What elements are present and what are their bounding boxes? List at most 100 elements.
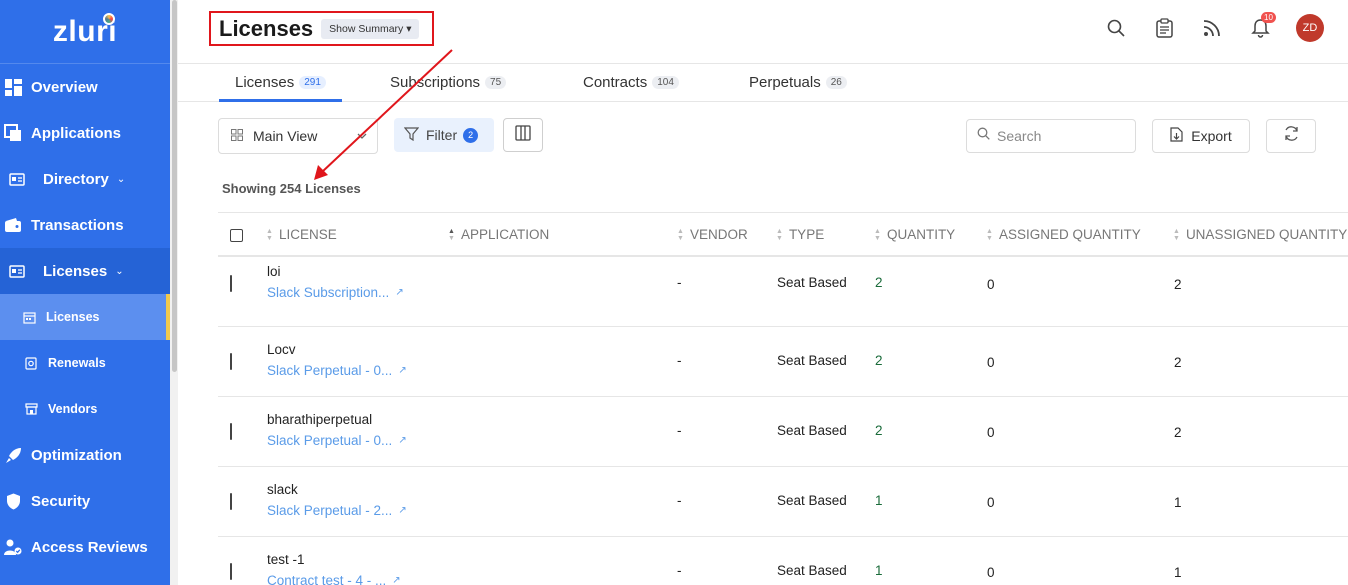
sidebar-item-optimization[interactable]: Optimization [0,432,170,478]
page-title: Licenses [219,15,314,41]
license-name[interactable]: bharathiperpetual [267,412,407,427]
sidebar-item-overview[interactable]: Overview [0,64,170,110]
license-app-text: Contract test - 4 - ... [267,573,387,585]
assigned-quantity-cell: 0 [987,277,995,292]
export-button[interactable]: Export [1152,119,1250,153]
license-cell: test -1 Contract test - 4 - ... ↗ [267,552,401,585]
column-header-label: VENDOR [689,227,748,242]
vendor-cell: - [677,353,682,368]
table-row[interactable]: loi Slack Subscription... ↗ - Seat Based … [218,257,1348,327]
search-input[interactable] [997,128,1117,144]
sidebar-subitem-vendors[interactable]: Vendors [0,386,170,432]
sort-icon: ▲ ▼ [1173,227,1180,242]
license-app-text: Slack Perpetual - 0... [267,363,393,378]
view-selector-label: Main View [253,128,318,144]
tab-subscriptions[interactable]: Subscriptions 75 [390,74,507,91]
feed-icon[interactable] [1200,16,1224,40]
sidebar-item-licenses[interactable]: Licenses ⌄ [0,248,170,294]
notifications-bell-icon[interactable]: 10 [1248,12,1276,40]
export-label: Export [1191,128,1232,144]
column-header-assigned-quantity[interactable]: ▲ ▼ ASSIGNED QUANTITY [986,227,1141,242]
refresh-icon [1283,125,1300,147]
license-app-link[interactable]: Contract test - 4 - ... ↗ [267,573,401,585]
assigned-quantity-cell: 0 [987,565,995,580]
search-icon [977,127,990,145]
license-name[interactable]: Locv [267,342,407,357]
unassigned-quantity-cell: 2 [1174,277,1182,292]
refresh-button[interactable] [1266,119,1316,153]
row-checkbox[interactable] [230,275,232,292]
user-avatar[interactable]: ZD [1296,14,1324,42]
table-row[interactable]: Locv Slack Perpetual - 0... ↗ - Seat Base… [218,327,1348,397]
search-icon[interactable] [1104,16,1128,40]
license-name[interactable]: loi [267,264,404,279]
show-summary-button[interactable]: Show Summary ▾ [321,18,420,39]
sidebar-item-label: Applications [31,124,122,142]
license-app-link[interactable]: Slack Perpetual - 2... ↗ [267,503,407,518]
sidebar-item-access-reviews[interactable]: Access Reviews [0,524,170,570]
filter-button[interactable]: Filter 2 [394,118,494,152]
tab-count-badge: 104 [652,76,679,89]
select-all-checkbox[interactable] [230,229,243,242]
column-header-type[interactable]: ▲ ▼ TYPE [776,227,824,242]
notification-count-badge: 10 [1261,12,1276,23]
row-checkbox[interactable] [230,563,232,580]
top-bar: Licenses Show Summary ▾ 10 ZD [178,0,1348,64]
sidebar-item-label: Directory [43,170,109,188]
row-checkbox[interactable] [230,493,232,510]
tab-perpetuals[interactable]: Perpetuals 26 [749,74,847,91]
unassigned-quantity-cell: 2 [1174,425,1182,440]
sidebar-subitem-label: Vendors [48,402,98,416]
tab-label: Licenses [235,74,295,91]
filter-count-badge: 2 [463,127,479,143]
search-field[interactable] [966,119,1136,153]
rocket-icon [4,446,22,464]
sidebar-subitem-licenses[interactable]: Licenses [0,294,170,340]
tab-licenses[interactable]: Licenses 291 [235,74,326,91]
clipboard-icon[interactable] [1152,16,1176,40]
sidebar-item-label: Optimization [31,446,122,464]
license-name[interactable]: slack [267,482,407,497]
grid-icon [231,128,243,144]
table-row[interactable]: test -1 Contract test - 4 - ... ↗ - Seat … [218,537,1348,585]
table-row[interactable]: bharathiperpetual Slack Perpetual - 0...… [218,397,1348,467]
column-header-unassigned-quantity[interactable]: ▲ ▼ UNASSIGNED QUANTITY [1173,227,1347,242]
column-header-license[interactable]: ▲ ▼ LICENSE [266,227,337,242]
license-app-link[interactable]: Slack Perpetual - 0... ↗ [267,433,407,448]
table-row[interactable]: slack Slack Perpetual - 2... ↗ - Seat Bas… [218,467,1348,537]
license-name[interactable]: test -1 [267,552,401,567]
sidebar-item-applications[interactable]: Applications [0,110,170,156]
sort-icon: ▲ ▼ [448,227,455,242]
header-actions: 10 ZD [1104,12,1324,42]
external-link-icon: ↗ [395,287,404,298]
zluri-logo[interactable]: zluri [0,0,170,64]
sidebar-item-security[interactable]: Security [0,478,170,524]
sidebar-subitem-label: Licenses [46,310,100,324]
tab-contracts[interactable]: Contracts 104 [583,74,679,91]
renewal-icon [24,356,38,370]
row-checkbox[interactable] [230,353,232,370]
wallet-icon [4,216,22,234]
license-cell: Locv Slack Perpetual - 0... ↗ [267,342,407,378]
type-cell: Seat Based [777,275,847,290]
vendor-cell: - [677,493,682,508]
license-app-link[interactable]: Slack Subscription... ↗ [267,285,404,300]
unassigned-quantity-cell: 2 [1174,355,1182,370]
column-header-quantity[interactable]: ▲ ▼ QUANTITY [874,227,955,242]
sidebar-subitem-renewals[interactable]: Renewals [0,340,170,386]
column-header-label: LICENSE [278,227,337,242]
sidebar-item-directory[interactable]: Directory ⌄ [0,156,170,202]
sidebar-item-transactions[interactable]: Transactions [0,202,170,248]
column-header-vendor[interactable]: ▲ ▼ VENDOR [677,227,748,242]
sidebar: zluri Overview Applications Directory ⌄ … [0,0,170,585]
columns-button[interactable] [503,118,543,152]
active-tab-underline [219,99,342,102]
sidebar-item-label: Transactions [31,216,124,234]
license-app-link[interactable]: Slack Perpetual - 0... ↗ [267,363,407,378]
dashboard-icon [4,78,22,96]
sidebar-scrollbar-thumb[interactable] [172,0,177,372]
view-selector[interactable]: Main View [218,118,378,154]
column-header-application[interactable]: ▲ ▼ APPLICATION [448,227,549,242]
column-header-label: TYPE [788,227,825,242]
row-checkbox[interactable] [230,423,232,440]
